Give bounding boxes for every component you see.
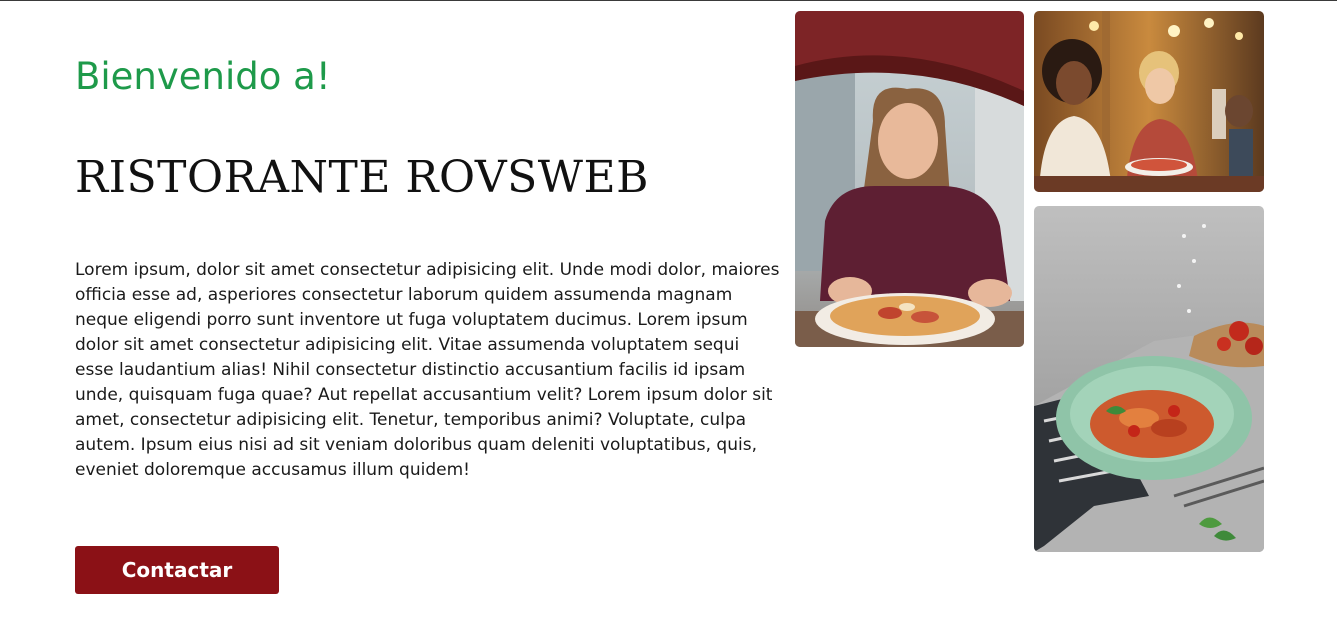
restaurant-name: RISTORANTE ROVSWEB	[75, 152, 649, 203]
contact-button[interactable]: Contactar	[75, 546, 279, 594]
description-text: Lorem ipsum, dolor sit amet consectetur …	[75, 260, 780, 480]
top-border	[0, 0, 1337, 1]
pasta-bowl-photo	[1034, 206, 1264, 552]
friends-eating-pizza-photo	[1034, 11, 1264, 192]
woman-with-pizza-photo	[795, 11, 1024, 347]
welcome-heading: Bienvenido a!	[75, 55, 331, 98]
